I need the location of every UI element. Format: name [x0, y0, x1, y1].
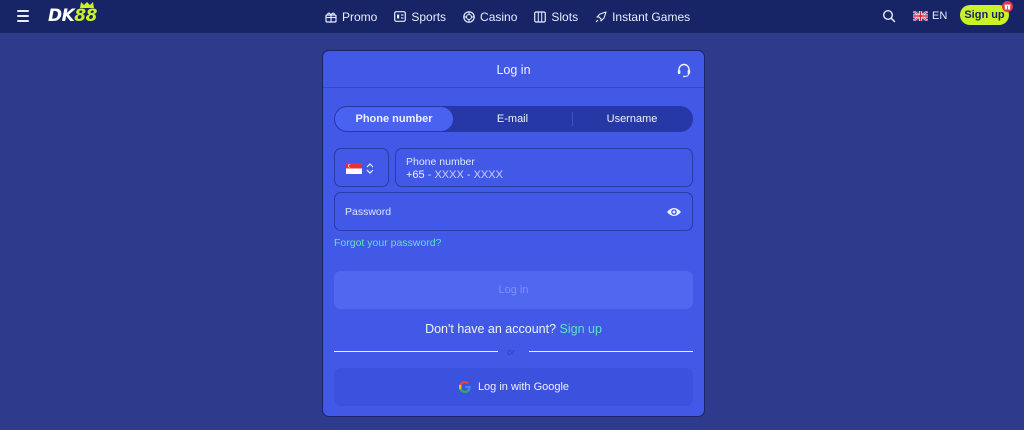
google-login-label: Log in with Google: [477, 381, 570, 393]
phone-mask: - XXXX - XXXX: [424, 169, 503, 181]
divider-line-right: [529, 351, 693, 352]
nav-item-promo[interactable]: Promo: [325, 10, 377, 24]
phone-number-input[interactable]: Phone number +65 - XXXX - XXXX: [395, 148, 693, 187]
tab-label: E-mail: [496, 113, 529, 125]
login-button[interactable]: Log in: [334, 271, 693, 309]
signup-link[interactable]: Sign up: [560, 322, 602, 336]
phone-number-value: +65 - XXXX - XXXX: [406, 169, 503, 181]
password-label: Password: [345, 206, 392, 218]
eye-icon[interactable]: [666, 205, 682, 219]
nav-label: Slots: [551, 9, 579, 24]
chip-icon: [463, 10, 475, 23]
nav-item-casino[interactable]: Casino: [463, 10, 517, 24]
nav-label: Sports: [411, 9, 447, 24]
tab-email[interactable]: E-mail: [453, 107, 572, 131]
tab-username[interactable]: Username: [573, 107, 691, 131]
login-modal: Log in Phone number E-mail Username Phon…: [322, 50, 705, 417]
singapore-flag-icon: [346, 163, 362, 174]
modal-divider: [323, 87, 704, 88]
tab-label: Phone number: [355, 113, 433, 125]
hamburger-icon[interactable]: [17, 10, 29, 22]
tab-phone-number[interactable]: Phone number: [335, 107, 453, 131]
password-input[interactable]: Password: [334, 192, 693, 231]
country-code-select[interactable]: [334, 148, 389, 187]
nav-label: Promo: [342, 9, 378, 24]
google-icon: [458, 381, 471, 393]
slot-machine-icon: [534, 10, 547, 23]
rocket-icon: [595, 10, 607, 22]
scoreboard-icon: [394, 11, 407, 22]
login-button-label: Log in: [498, 284, 529, 296]
uk-flag-icon: [913, 11, 928, 21]
nav-item-slots[interactable]: Slots: [534, 10, 578, 24]
google-login-button[interactable]: Log in with Google: [334, 368, 693, 406]
logo-text-88: 88: [74, 6, 97, 26]
logo[interactable]: DK88: [48, 2, 97, 27]
gift-icon: [325, 12, 337, 23]
phone-prefix: +65: [406, 169, 425, 181]
gift-badge-icon: [1002, 1, 1013, 12]
top-bar: DK88 Promo Sports Casino Slots Instant G…: [0, 0, 1024, 33]
search-icon[interactable]: [882, 9, 896, 23]
language-label: EN: [932, 10, 948, 22]
signup-prompt: Don't have an account? Sign up: [323, 322, 704, 336]
phone-number-label: Phone number: [406, 156, 475, 168]
no-account-text: Don't have an account?: [425, 322, 557, 336]
nav-item-sports[interactable]: Sports: [394, 10, 446, 24]
up-down-chevron-icon: [366, 163, 374, 174]
signup-button-label: Sign up: [964, 9, 1005, 21]
main-nav: Promo Sports Casino Slots Instant Games: [325, 0, 707, 33]
nav-label: Instant Games: [612, 9, 691, 24]
language-selector[interactable]: EN: [913, 9, 947, 23]
crown-icon: [80, 2, 94, 8]
logo-text-dk: DK: [48, 6, 75, 26]
login-method-tabs: Phone number E-mail Username: [334, 106, 693, 132]
nav-label: Casino: [480, 9, 518, 24]
divider-line-left: [334, 351, 498, 352]
headset-icon[interactable]: [676, 62, 692, 78]
tab-label: Username: [606, 113, 658, 125]
forgot-password-link[interactable]: Forgot your password?: [334, 237, 441, 249]
modal-title: Log in: [496, 63, 531, 77]
or-separator: or: [507, 347, 516, 357]
nav-item-instant-games[interactable]: Instant Games: [595, 10, 690, 24]
